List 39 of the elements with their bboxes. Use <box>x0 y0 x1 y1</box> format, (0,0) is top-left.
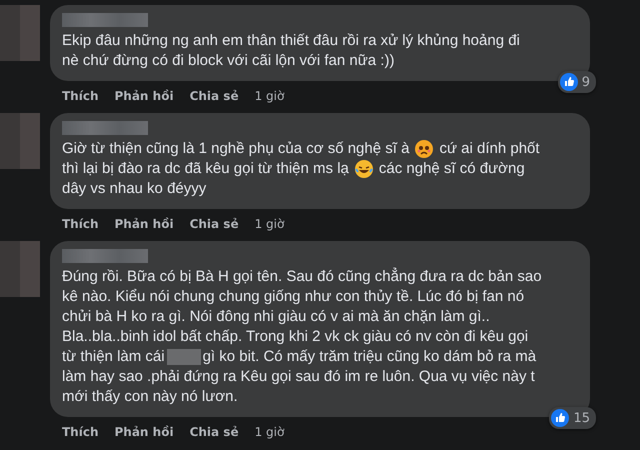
comment-text: Giờ từ thiện cũng là 1 nghề phụ của cơ số nghệ sĩ à <box>62 139 410 159</box>
comment-text: chửi bà H ko ra gì. Nói đông nhi giàu có v ai mà ăn chặn làm gì.. <box>62 307 490 327</box>
comment-text: gì ko bit. Có mấy trăm triệu cũng ko dám bỏ ra mà <box>202 347 536 367</box>
avatar-placeholder <box>0 5 40 61</box>
comment-text: Ekip đâu những ng anh em thân thiết đâu rồi ra xử lý khủng hoảng đi <box>62 31 520 51</box>
redacted-word <box>166 349 201 365</box>
thumbs-up-icon <box>560 73 578 91</box>
comment-text: nè chứ đừng có đi block với cãi lộn với fan nữa :)) <box>62 51 394 71</box>
reaction-badge[interactable]: 9 <box>558 71 596 93</box>
comment-time: 1 giờ <box>254 217 284 231</box>
comment-action-link[interactable]: Phản hồi <box>114 217 174 231</box>
comment-action-link[interactable]: Thích <box>62 217 98 231</box>
sad-face-emoji-icon <box>415 140 434 158</box>
comment-text: các nghệ sĩ có đường <box>378 159 525 179</box>
comment-text: Bla..bla..binh idol bất chấp. Trong khi 2 vk ck giàu có nv còn đi kêu gọi <box>62 327 528 347</box>
comment-action-link[interactable]: Phản hồi <box>114 425 174 439</box>
comment-time: 1 giờ <box>254 89 284 103</box>
comment-text: mới thấy con này nó lươn. <box>62 387 238 407</box>
comment-text: Đúng rồi. Bữa có bị Bà H gọi tên. Sau đó cũng chẳng đưa ra dc bản sao <box>62 267 542 287</box>
comment-action-link[interactable]: Chia sẻ <box>190 89 239 103</box>
reaction-count: 15 <box>573 410 590 426</box>
comment-action-link[interactable]: Thích <box>62 89 98 103</box>
reaction-count: 9 <box>582 74 590 90</box>
comment-action-link[interactable]: Phản hồi <box>114 89 174 103</box>
comment-action-link[interactable]: Chia sẻ <box>190 217 239 231</box>
avatar-placeholder <box>0 113 40 169</box>
comment-text: làm hay sao .phải đứng ra Kêu gọi sau đó im re luôn. Qua vụ việc này t <box>62 367 535 387</box>
comment-text: từ thiện làm cái <box>62 347 165 367</box>
comment-time: 1 giờ <box>254 425 284 439</box>
comment-text: cứ ai dính phốt <box>439 139 540 159</box>
comment-action-link[interactable]: Thích <box>62 425 98 439</box>
laughing-face-emoji-icon <box>354 160 373 178</box>
thumbs-up-icon <box>551 409 570 427</box>
reaction-badge[interactable]: 15 <box>549 407 596 429</box>
comment-action-link[interactable]: Chia sẻ <box>190 425 239 439</box>
comment-text: dây vs nhau ko đéyyy <box>62 179 206 199</box>
avatar-placeholder <box>0 241 40 297</box>
comment-text: kê nào. Kiểu nói chung chung giống như con thủy tề. Lúc đó bị fan nó <box>62 287 524 307</box>
comment-text: thì lại bị đào ra dc đã kêu gọi từ thiện ms lạ <box>62 159 349 179</box>
